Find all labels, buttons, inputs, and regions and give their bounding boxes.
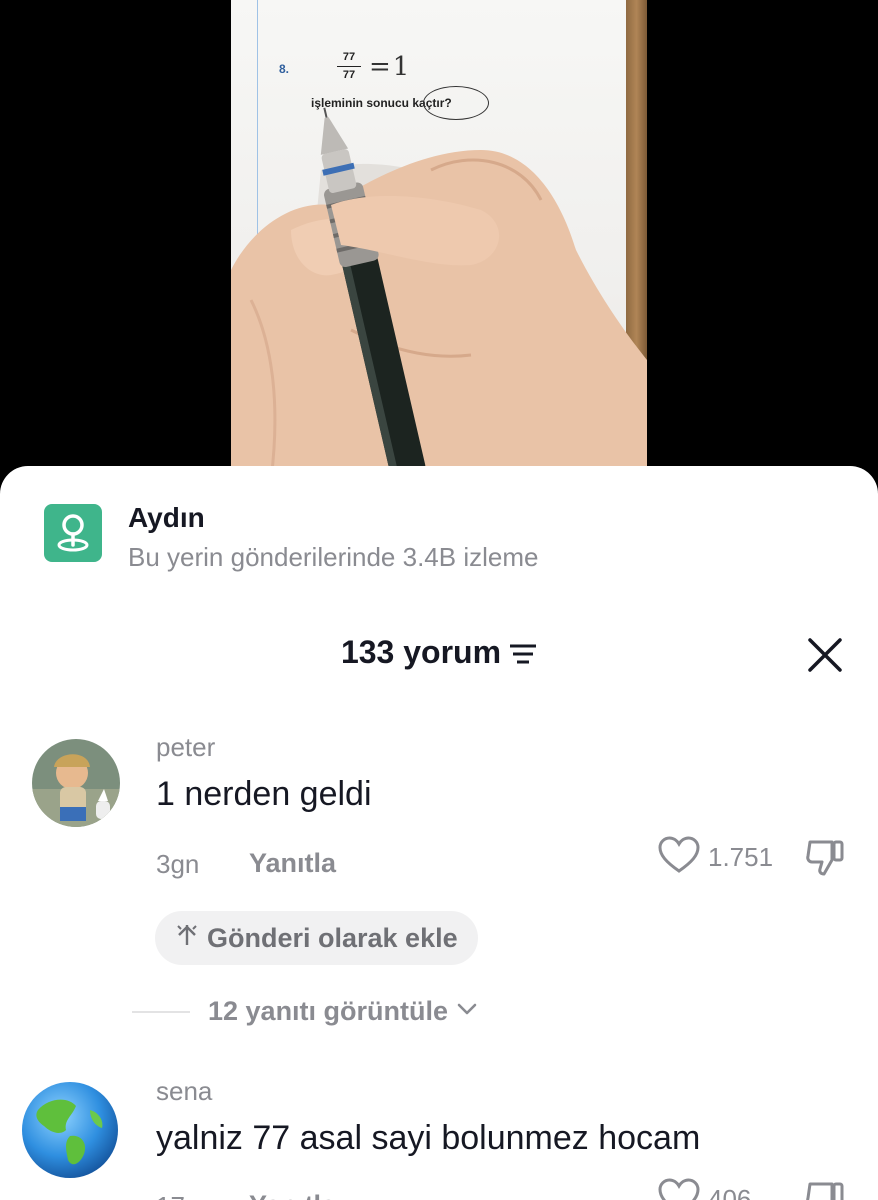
- reply-button[interactable]: Yanıtla: [249, 1190, 336, 1200]
- comments-count: 133 yorum: [340, 634, 502, 670]
- comments-sheet: Aydın Bu yerin gönderilerinde 3.4B izlem…: [0, 466, 878, 1200]
- comment-username[interactable]: peter: [156, 732, 215, 763]
- add-as-post-button[interactable]: Gönderi olarak ekle: [155, 911, 478, 965]
- avatar[interactable]: [20, 1080, 120, 1180]
- heart-icon[interactable]: [658, 1178, 700, 1200]
- add-as-post-label: Gönderi olarak ekle: [207, 922, 458, 953]
- thumbs-down-icon[interactable]: [804, 838, 846, 883]
- heart-icon[interactable]: [658, 836, 700, 879]
- sparkle-icon: [175, 923, 199, 954]
- like-count: 1.751: [708, 842, 774, 872]
- replies-divider: [132, 1010, 190, 1013]
- thumbs-down-icon[interactable]: [804, 1180, 846, 1200]
- comments-count-header[interactable]: 133 yorum: [0, 634, 878, 673]
- chevron-down-icon: [456, 1002, 478, 1021]
- comment-time: 3gn: [156, 849, 200, 879]
- view-replies-button[interactable]: 12 yanıtı görüntüle: [132, 996, 478, 1027]
- like-button[interactable]: 406: [658, 1178, 751, 1200]
- comment-time: 17gn: [156, 1191, 214, 1200]
- location-pin-icon[interactable]: [44, 504, 102, 562]
- close-icon[interactable]: [806, 636, 844, 674]
- video-player[interactable]: 8. 77 77 =1 işleminin sonucu kaçtır?: [0, 0, 878, 480]
- hand-with-pen-illustration: [231, 107, 647, 480]
- like-count: 406: [708, 1184, 752, 1200]
- sort-lines-icon[interactable]: [509, 636, 537, 673]
- view-replies-label: 12 yanıtı görüntüle: [208, 996, 449, 1026]
- comment-username[interactable]: sena: [156, 1076, 212, 1107]
- like-button[interactable]: 1.751: [658, 836, 773, 879]
- comment-text: 1 nerden geldi: [156, 775, 372, 813]
- avatar[interactable]: [32, 739, 120, 827]
- comment-text: yalniz 77 asal sayi bolunmez hocam: [156, 1119, 701, 1157]
- location-title[interactable]: Aydın: [128, 502, 205, 534]
- location-subtitle: Bu yerin gönderilerinde 3.4B izleme: [128, 542, 539, 572]
- video-frame: 8. 77 77 =1 işleminin sonucu kaçtır?: [231, 0, 647, 480]
- reply-button[interactable]: Yanıtla: [249, 848, 336, 879]
